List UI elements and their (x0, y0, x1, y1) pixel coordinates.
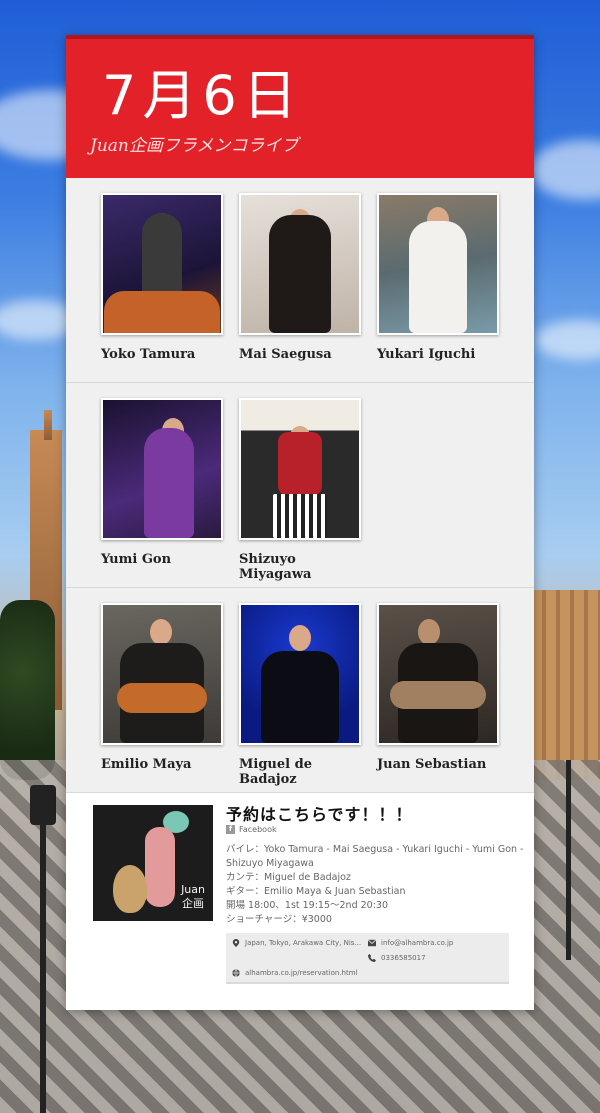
performer-card[interactable]: Yukari Iguchi (377, 193, 501, 362)
performer-name: Yoko Tamura (101, 347, 196, 362)
performer-row: Emilio Maya Miguel de Badajoz Juan Sebas… (66, 588, 534, 793)
phone-icon (368, 954, 376, 962)
address-link[interactable]: Japan, Tokyo, Arakawa City, Nis... (232, 939, 361, 947)
performer-card[interactable]: Emilio Maya (101, 603, 225, 772)
performer-photo[interactable] (377, 193, 499, 335)
reservation-card[interactable]: Juan 企画 予約はこちらです！！！ f Facebook バイレ：Yoko … (66, 793, 534, 1010)
reservation-title[interactable]: 予約はこちらです！！！ (226, 801, 413, 825)
contact-info-box: Japan, Tokyo, Arakawa City, Nis... info@… (226, 933, 509, 984)
performer-name: Emilio Maya (101, 757, 192, 772)
performer-card[interactable]: Yoko Tamura (101, 193, 225, 362)
performer-name: Yukari Iguchi (377, 347, 476, 362)
event-details: バイレ：Yoko Tamura - Mai Saegusa - Yukari I… (226, 844, 524, 925)
performer-row: Yumi Gon Shizuyo Miyagawa (66, 383, 534, 588)
email-icon (368, 939, 376, 947)
performer-row: Yoko Tamura Mai Saegusa Yukari Iguchi (66, 178, 534, 383)
email-link[interactable]: info@alhambra.co.jp (368, 939, 453, 947)
performer-card[interactable]: Juan Sebastian (377, 603, 501, 772)
performer-photo[interactable] (239, 603, 361, 745)
location-pin-icon (232, 939, 240, 947)
performer-name: Mai Saegusa (239, 347, 332, 362)
facebook-source[interactable]: f Facebook (226, 825, 277, 834)
event-poster-thumbnail[interactable]: Juan 企画 (93, 805, 213, 921)
performer-name: Juan Sebastian (377, 757, 487, 772)
event-card: 7月6日 Juan企画フラメンコライブ Yoko Tamura Mai Saeg… (66, 35, 534, 1010)
performer-name: Shizuyo Miyagawa (239, 552, 312, 582)
performer-name: Yumi Gon (101, 552, 172, 567)
event-header: 7月6日 Juan企画フラメンコライブ (66, 35, 534, 178)
performer-photo[interactable] (101, 603, 223, 745)
performer-card[interactable]: Yumi Gon (101, 398, 225, 567)
performer-photo[interactable] (101, 193, 223, 335)
website-link[interactable]: alhambra.co.jp/reservation.html (232, 969, 357, 977)
event-date: 7月6日 (102, 64, 303, 127)
phone-link[interactable]: 0336585017 (368, 954, 426, 962)
globe-icon (232, 969, 240, 977)
performer-photo[interactable] (239, 193, 361, 335)
performer-photo[interactable] (239, 398, 361, 540)
performer-card[interactable]: Miguel de Badajoz (239, 603, 363, 787)
performer-card[interactable]: Mai Saegusa (239, 193, 363, 362)
performer-card[interactable]: Shizuyo Miyagawa (239, 398, 363, 582)
event-subtitle: Juan企画フラメンコライブ (90, 136, 299, 156)
facebook-icon: f (226, 825, 235, 834)
performer-name: Miguel de Badajoz (239, 757, 312, 787)
performer-photo[interactable] (377, 603, 499, 745)
performer-photo[interactable] (101, 398, 223, 540)
juan-logo: Juan 企画 (181, 883, 205, 910)
